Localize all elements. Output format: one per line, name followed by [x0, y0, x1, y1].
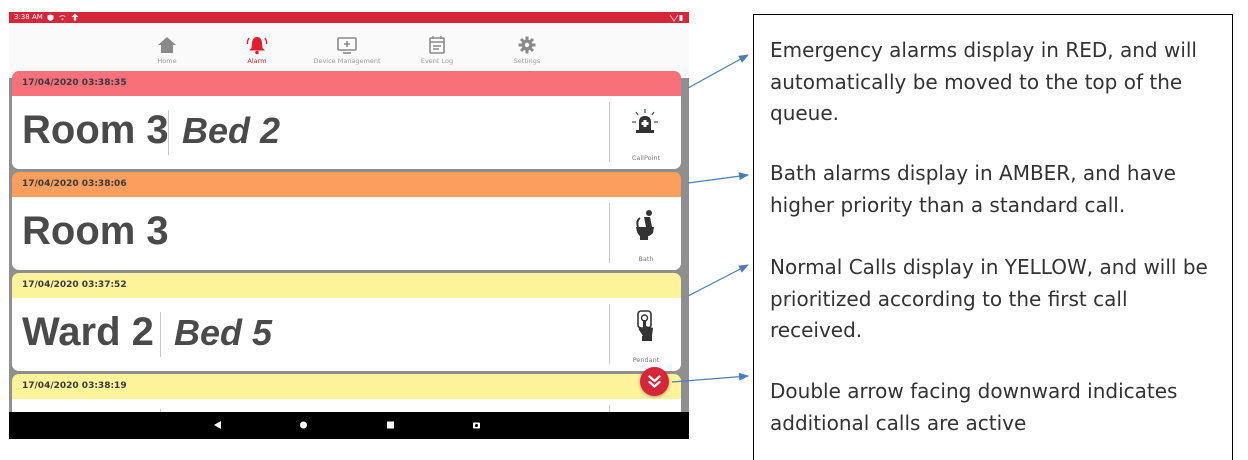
- screenshot-icon[interactable]: [472, 420, 481, 430]
- device-management-icon: [337, 37, 357, 54]
- callpoint-icon: [632, 109, 658, 133]
- divider: [609, 102, 610, 162]
- tablet-screen: 3:38 AM Home Alarm Device Management Eve…: [9, 12, 689, 439]
- nav-label-event-log: Event Log: [420, 57, 454, 65]
- settings-gear-icon: [518, 36, 536, 54]
- event-log-icon: [429, 36, 445, 54]
- shield-icon: [47, 14, 54, 21]
- nav-item-device-management[interactable]: Device Management: [302, 23, 392, 78]
- arrow-normal: [687, 264, 749, 297]
- more-alarms-button[interactable]: [640, 367, 669, 396]
- annotation-normal: Normal Calls display in YELLOW, and will…: [770, 255, 1208, 342]
- alarm-card-emergency[interactable]: 17/04/2020 03:38:35 Room 3 Bed 2 CallPoi…: [12, 71, 681, 169]
- annotation-box: Emergency alarms display in RED, and wil…: [753, 14, 1233, 460]
- alarm-timestamp: 17/04/2020 03:38:06: [12, 172, 681, 197]
- alarm-room: Room 3: [22, 209, 169, 253]
- android-navigation-bar: [9, 412, 689, 439]
- double-chevron-down-icon: [648, 375, 661, 388]
- nav-item-home[interactable]: Home: [122, 23, 212, 78]
- divider: [609, 203, 610, 263]
- alarm-type-label: Pendant: [632, 356, 660, 364]
- arrow-emergency: [687, 54, 749, 89]
- recents-icon[interactable]: [386, 420, 395, 430]
- alarm-timestamp: 17/04/2020 03:38:35: [12, 71, 681, 96]
- alarm-bed: Bed 5: [174, 312, 273, 353]
- nav-item-event-log[interactable]: Event Log: [392, 23, 482, 78]
- divider: [160, 312, 161, 357]
- status-time: 3:38 AM: [14, 13, 43, 21]
- alarm-type-label: CallPoint: [631, 154, 661, 162]
- alarm-card-normal[interactable]: 17/04/2020 03:37:52 Ward 2 Bed 5 Pendant: [12, 273, 681, 371]
- pendant-icon: [637, 310, 653, 341]
- alarm-room: Room 3: [22, 108, 169, 152]
- nav-label-device-management: Device Management: [313, 57, 381, 65]
- divider: [168, 110, 169, 155]
- alarm-bell-icon: [246, 37, 268, 55]
- nav-label-alarm: Alarm: [247, 57, 267, 65]
- arrow-bath: [687, 172, 749, 184]
- status-bar: 3:38 AM: [9, 12, 689, 23]
- annotation-emergency: Emergency alarms display in RED, and wil…: [770, 38, 1197, 125]
- alarm-timestamp: 17/04/2020 03:37:52: [12, 273, 681, 298]
- alarm-bed: Bed 2: [182, 110, 281, 151]
- home-icon: [158, 37, 176, 53]
- alarm-type-label: Bath: [638, 255, 654, 263]
- home-dot-icon[interactable]: [299, 420, 308, 430]
- annotation-bath: Bath alarms display in AMBER, and have h…: [770, 161, 1176, 217]
- alarm-card-bath[interactable]: 17/04/2020 03:38:06 Room 3 Bath: [12, 172, 681, 270]
- top-navigation-bar: Home Alarm Device Management Event Log S…: [9, 23, 689, 78]
- nav-label-settings: Settings: [513, 57, 541, 65]
- divider: [609, 304, 610, 364]
- back-icon[interactable]: [213, 420, 222, 430]
- alarm-timestamp: 17/04/2020 03:38:19: [12, 374, 681, 399]
- nav-item-settings[interactable]: Settings: [482, 23, 572, 78]
- wifi-off-icon: [59, 15, 66, 21]
- alarm-room: Ward 2: [22, 310, 154, 354]
- bath-toilet-icon: [636, 210, 654, 240]
- annotation-more-calls: Double arrow facing downward indicates a…: [770, 379, 1178, 435]
- nav-label-home: Home: [157, 57, 177, 65]
- upload-arrow-icon: [71, 13, 79, 21]
- nav-item-alarm[interactable]: Alarm: [212, 23, 302, 78]
